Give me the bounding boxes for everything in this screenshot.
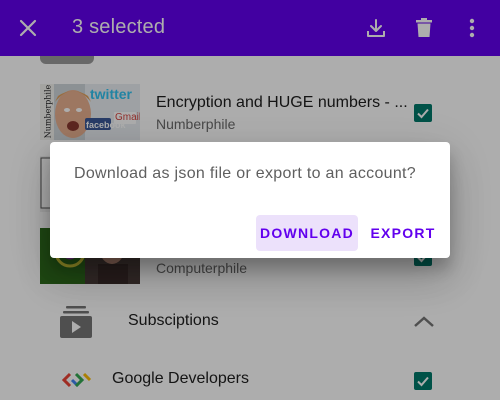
export-dialog: Download as json file or export to an ac… — [50, 142, 450, 258]
export-button[interactable]: EXPORT — [366, 215, 440, 251]
dialog-message: Download as json file or export to an ac… — [74, 165, 416, 182]
download-button[interactable]: DOWNLOAD — [256, 215, 358, 251]
